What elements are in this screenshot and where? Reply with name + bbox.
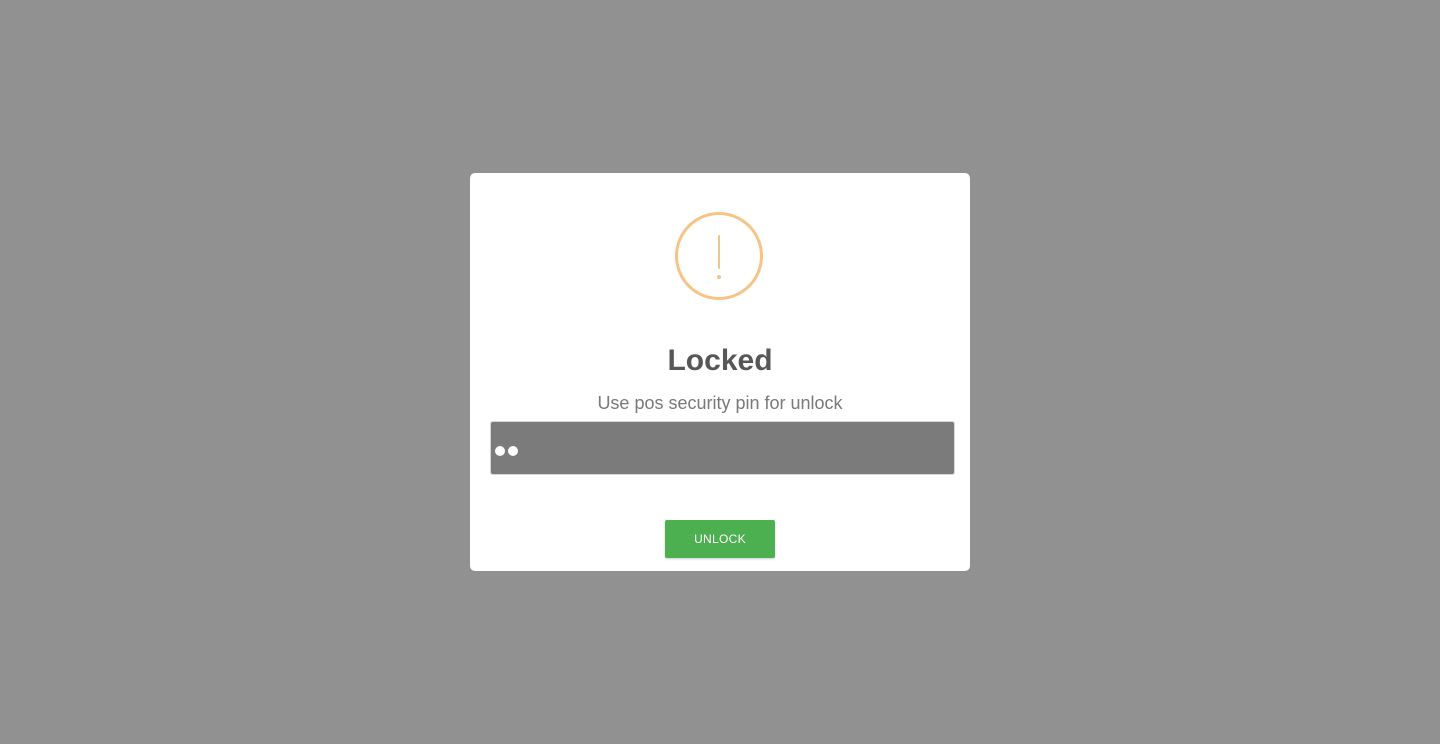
unlock-button[interactable]: UNLOCK [665, 520, 775, 558]
dialog-message: Use pos security pin for unlock [597, 393, 843, 413]
lock-dialog: Locked Use pos security pin for unlock U… [470, 173, 970, 571]
warning-icon-bar [718, 235, 720, 269]
warning-icon-dot [717, 275, 721, 279]
dialog-title: Locked [667, 344, 773, 377]
pin-mask-dot [495, 446, 505, 456]
pin-mask [495, 446, 518, 456]
security-pin-input[interactable] [490, 421, 955, 475]
pin-mask-dot [508, 446, 518, 456]
warning-icon [675, 212, 763, 300]
